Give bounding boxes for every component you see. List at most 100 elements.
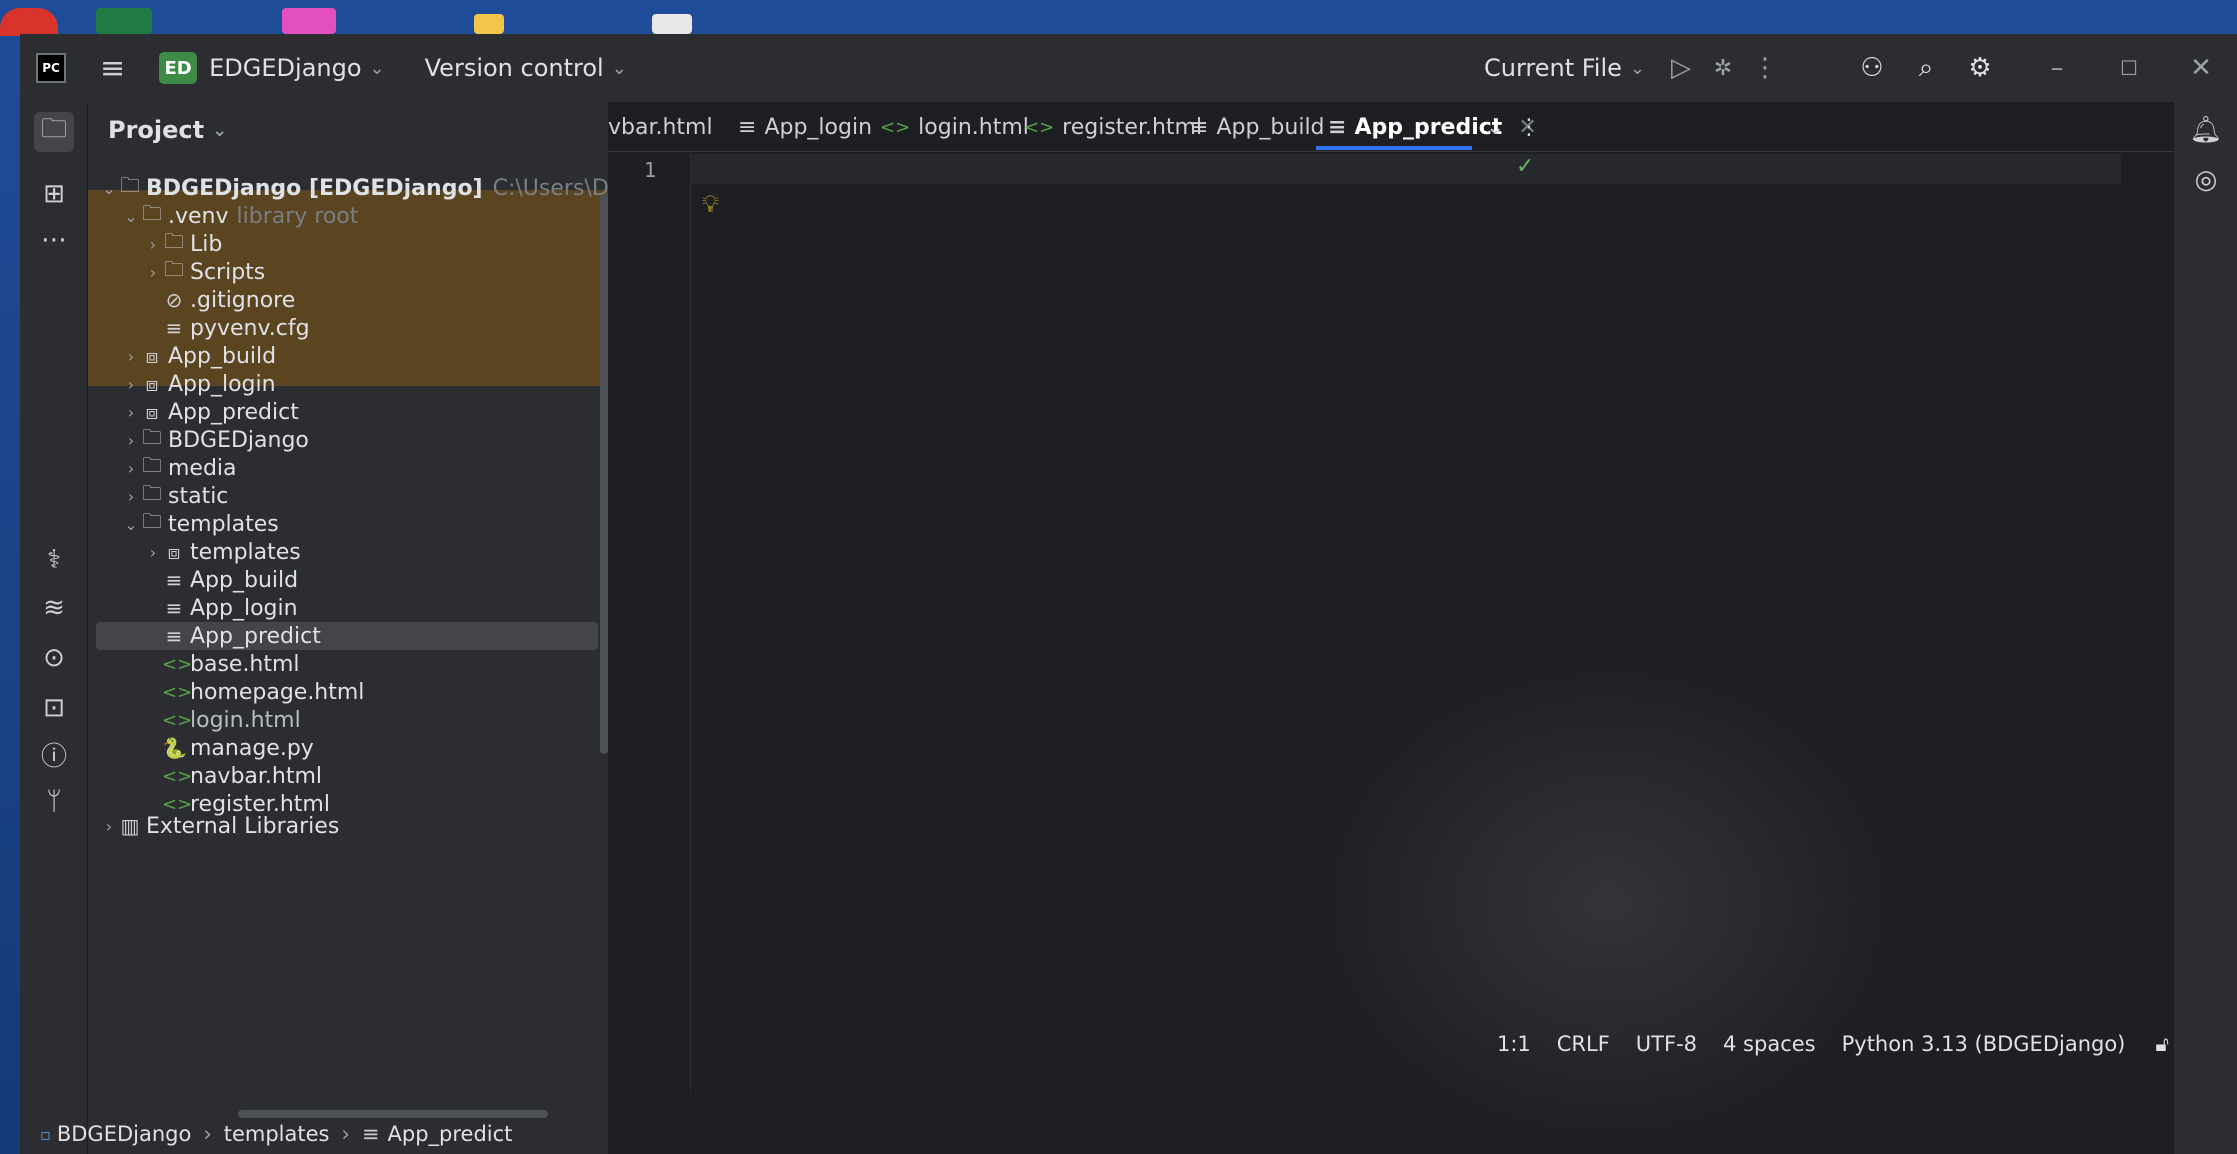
chevron-right-icon[interactable]: › xyxy=(122,487,140,506)
tree-bdgedjango[interactable]: › 🗀 BDGEDjango xyxy=(122,425,309,454)
status-bar: 1:1 CRLF UTF-8 4 spaces Python 3.13 (BDG… xyxy=(608,1024,2173,1064)
tree-t-app-predict[interactable]: ≡ App_predict xyxy=(96,622,598,650)
tree-external-libraries[interactable]: › ▥ External Libraries xyxy=(100,816,340,836)
tree-register-html[interactable]: <> register.html xyxy=(162,790,330,818)
chevron-right-icon[interactable]: › xyxy=(122,459,140,478)
python-interpreter[interactable]: Python 3.13 (BDGEDjango) xyxy=(1842,1032,2126,1056)
tree-app-build[interactable]: › ⧈ App_build xyxy=(122,342,276,370)
tree-scripts[interactable]: › 🗀 Scripts xyxy=(144,257,265,286)
version-control-menu[interactable]: Version control ⌄ xyxy=(425,54,627,82)
tab-more-icon[interactable]: ⋮ xyxy=(1518,102,1540,152)
project-pane-header[interactable]: Project ⌄ xyxy=(88,102,608,158)
folder-desktop-icon[interactable] xyxy=(474,14,504,34)
tree-base-html[interactable]: <> base.html xyxy=(162,650,300,678)
tree-lib[interactable]: › 🗀 Lib xyxy=(144,229,223,258)
tree-gitignore[interactable]: ⊘ .gitignore xyxy=(162,286,296,314)
git-icon[interactable]: ᛘ xyxy=(34,782,74,822)
project-tool-folder-icon[interactable]: 🗀 xyxy=(34,112,74,152)
tree-media[interactable]: › 🗀 media xyxy=(122,453,237,482)
tab-login-html[interactable]: <> login.html xyxy=(880,102,1029,152)
project-pane-title: Project xyxy=(108,116,205,144)
more-actions-icon[interactable]: ⋮ xyxy=(1745,53,1785,83)
chevron-right-icon[interactable]: › xyxy=(122,431,140,450)
settings-icon[interactable]: ⚙ xyxy=(1953,53,2007,83)
add-user-icon[interactable]: ⚇ xyxy=(1845,53,1899,83)
file-desktop-icon[interactable] xyxy=(652,14,692,34)
text-file-icon: ≡ xyxy=(1328,114,1347,140)
main-menu-icon[interactable]: ≡ xyxy=(100,51,125,86)
problems-icon[interactable]: ⓘ xyxy=(34,734,74,774)
tab-app-predict[interactable]: ≡ App_predict ✕ xyxy=(1328,102,1537,152)
search-icon[interactable]: ⌕ xyxy=(1899,53,1953,84)
tab-register-html[interactable]: <> register.html xyxy=(1024,102,1202,152)
text-file-icon: ≡ xyxy=(165,596,183,620)
tab-app-login[interactable]: ≡ App_login xyxy=(738,102,872,152)
chevron-down-icon: ⌄ xyxy=(212,119,228,141)
chevron-right-icon[interactable]: › xyxy=(122,375,140,394)
chevron-down-icon[interactable]: ⌄ xyxy=(100,179,118,198)
chevron-right-icon[interactable]: › xyxy=(100,817,118,836)
tree-static[interactable]: › 🗀 static xyxy=(122,481,229,510)
debug-icon[interactable]: ✲ xyxy=(1701,56,1745,81)
more-tools-icon[interactable]: ⋯ xyxy=(34,220,74,260)
tree-t-app-login[interactable]: ≡ App_login xyxy=(162,594,298,622)
tree-login-html[interactable]: <> login.html xyxy=(162,706,301,734)
vertical-scrollbar[interactable] xyxy=(600,194,608,754)
close-window-icon[interactable]: ✕ xyxy=(2165,53,2237,83)
line-separator[interactable]: CRLF xyxy=(1557,1032,1610,1056)
tab-app-build[interactable]: ≡ App_build xyxy=(1190,102,1325,152)
pycharm-window: PC ≡ ED EDGEDjango ⌄ Version control ⌄ C… xyxy=(20,34,2237,1154)
services-icon[interactable]: ⊙ xyxy=(34,638,74,678)
file-encoding[interactable]: UTF-8 xyxy=(1636,1032,1697,1056)
terminal-icon[interactable]: ⊡ xyxy=(34,688,74,728)
tree-app-login[interactable]: › ⧈ App_login xyxy=(122,370,276,398)
excel-icon[interactable] xyxy=(96,8,152,34)
desktop-icon[interactable] xyxy=(0,8,58,36)
tab-list-chevron[interactable]: ⌄ xyxy=(1486,102,1504,152)
navbar-html-label: navbar.html xyxy=(190,763,323,789)
pycharm-logo-icon[interactable]: PC xyxy=(36,53,66,83)
maximize-icon[interactable]: ☐ xyxy=(2093,56,2165,80)
tree-app-predict[interactable]: › ⧈ App_predict xyxy=(122,398,299,426)
lock-icon[interactable]: 🔓︎ xyxy=(2155,1032,2169,1057)
project-switcher[interactable]: EDGEDjango ⌄ xyxy=(209,54,384,82)
ai-assistant-icon[interactable]: ◎ xyxy=(2186,160,2226,200)
tree-venv[interactable]: ⌄ 🗀 .venv library root xyxy=(122,201,358,230)
chevron-down-icon: ⌄ xyxy=(611,57,627,79)
breadcrumb-folder[interactable]: templates xyxy=(224,1122,330,1146)
tree-navbar-html[interactable]: <> navbar.html xyxy=(162,762,322,790)
notifications-bell-icon[interactable]: 🔔︎ xyxy=(2186,110,2226,150)
layers-icon[interactable]: ≋ xyxy=(34,588,74,628)
breadcrumb-project[interactable]: BDGEDjango xyxy=(57,1122,191,1146)
structure-icon[interactable]: ⊞ xyxy=(34,174,74,214)
caret-position[interactable]: 1:1 xyxy=(1497,1032,1531,1056)
tree-manage-py[interactable]: 🐍 manage.py xyxy=(162,734,314,762)
tree-templates-sub[interactable]: › ⧈ templates xyxy=(144,538,301,566)
python-console-icon[interactable]: ⚕ xyxy=(34,540,74,580)
package-icon: ⧈ xyxy=(145,400,159,424)
chevron-right-icon[interactable]: › xyxy=(122,347,140,366)
tree-templates[interactable]: ⌄ 🗀 templates xyxy=(122,509,278,538)
indent-setting[interactable]: 4 spaces xyxy=(1723,1032,1816,1056)
chevron-down-icon[interactable]: ⌄ xyxy=(122,207,140,226)
run-icon[interactable]: ▷ xyxy=(1661,53,1701,83)
gutter-divider xyxy=(690,152,691,1092)
chevron-right-icon[interactable]: › xyxy=(144,235,162,254)
tab-label: register.html xyxy=(1062,114,1203,140)
project-badge[interactable]: ED xyxy=(159,52,198,84)
tree-t-app-build[interactable]: ≡ App_build xyxy=(162,566,298,594)
tree-homepage-html[interactable]: <> homepage.html xyxy=(162,678,364,706)
minimize-icon[interactable]: – xyxy=(2021,53,2093,83)
breadcrumb-file[interactable]: App_predict xyxy=(388,1122,513,1146)
tree-pyvenv[interactable]: ≡ pyvenv.cfg xyxy=(162,314,310,342)
chevron-right-icon[interactable]: › xyxy=(144,263,162,282)
chevron-right-icon[interactable]: › xyxy=(122,403,140,422)
tab-navbar-html[interactable]: vbar.html xyxy=(608,102,713,152)
chevron-right-icon[interactable]: › xyxy=(144,543,162,562)
tab-label: vbar.html xyxy=(608,114,713,140)
desktop-icon[interactable] xyxy=(282,8,336,34)
html-file-icon: <> xyxy=(162,709,193,731)
code-input[interactable] xyxy=(692,154,2092,1084)
run-config-selector[interactable]: Current File ⌄ xyxy=(1484,54,1645,82)
chevron-down-icon[interactable]: ⌄ xyxy=(122,515,140,534)
